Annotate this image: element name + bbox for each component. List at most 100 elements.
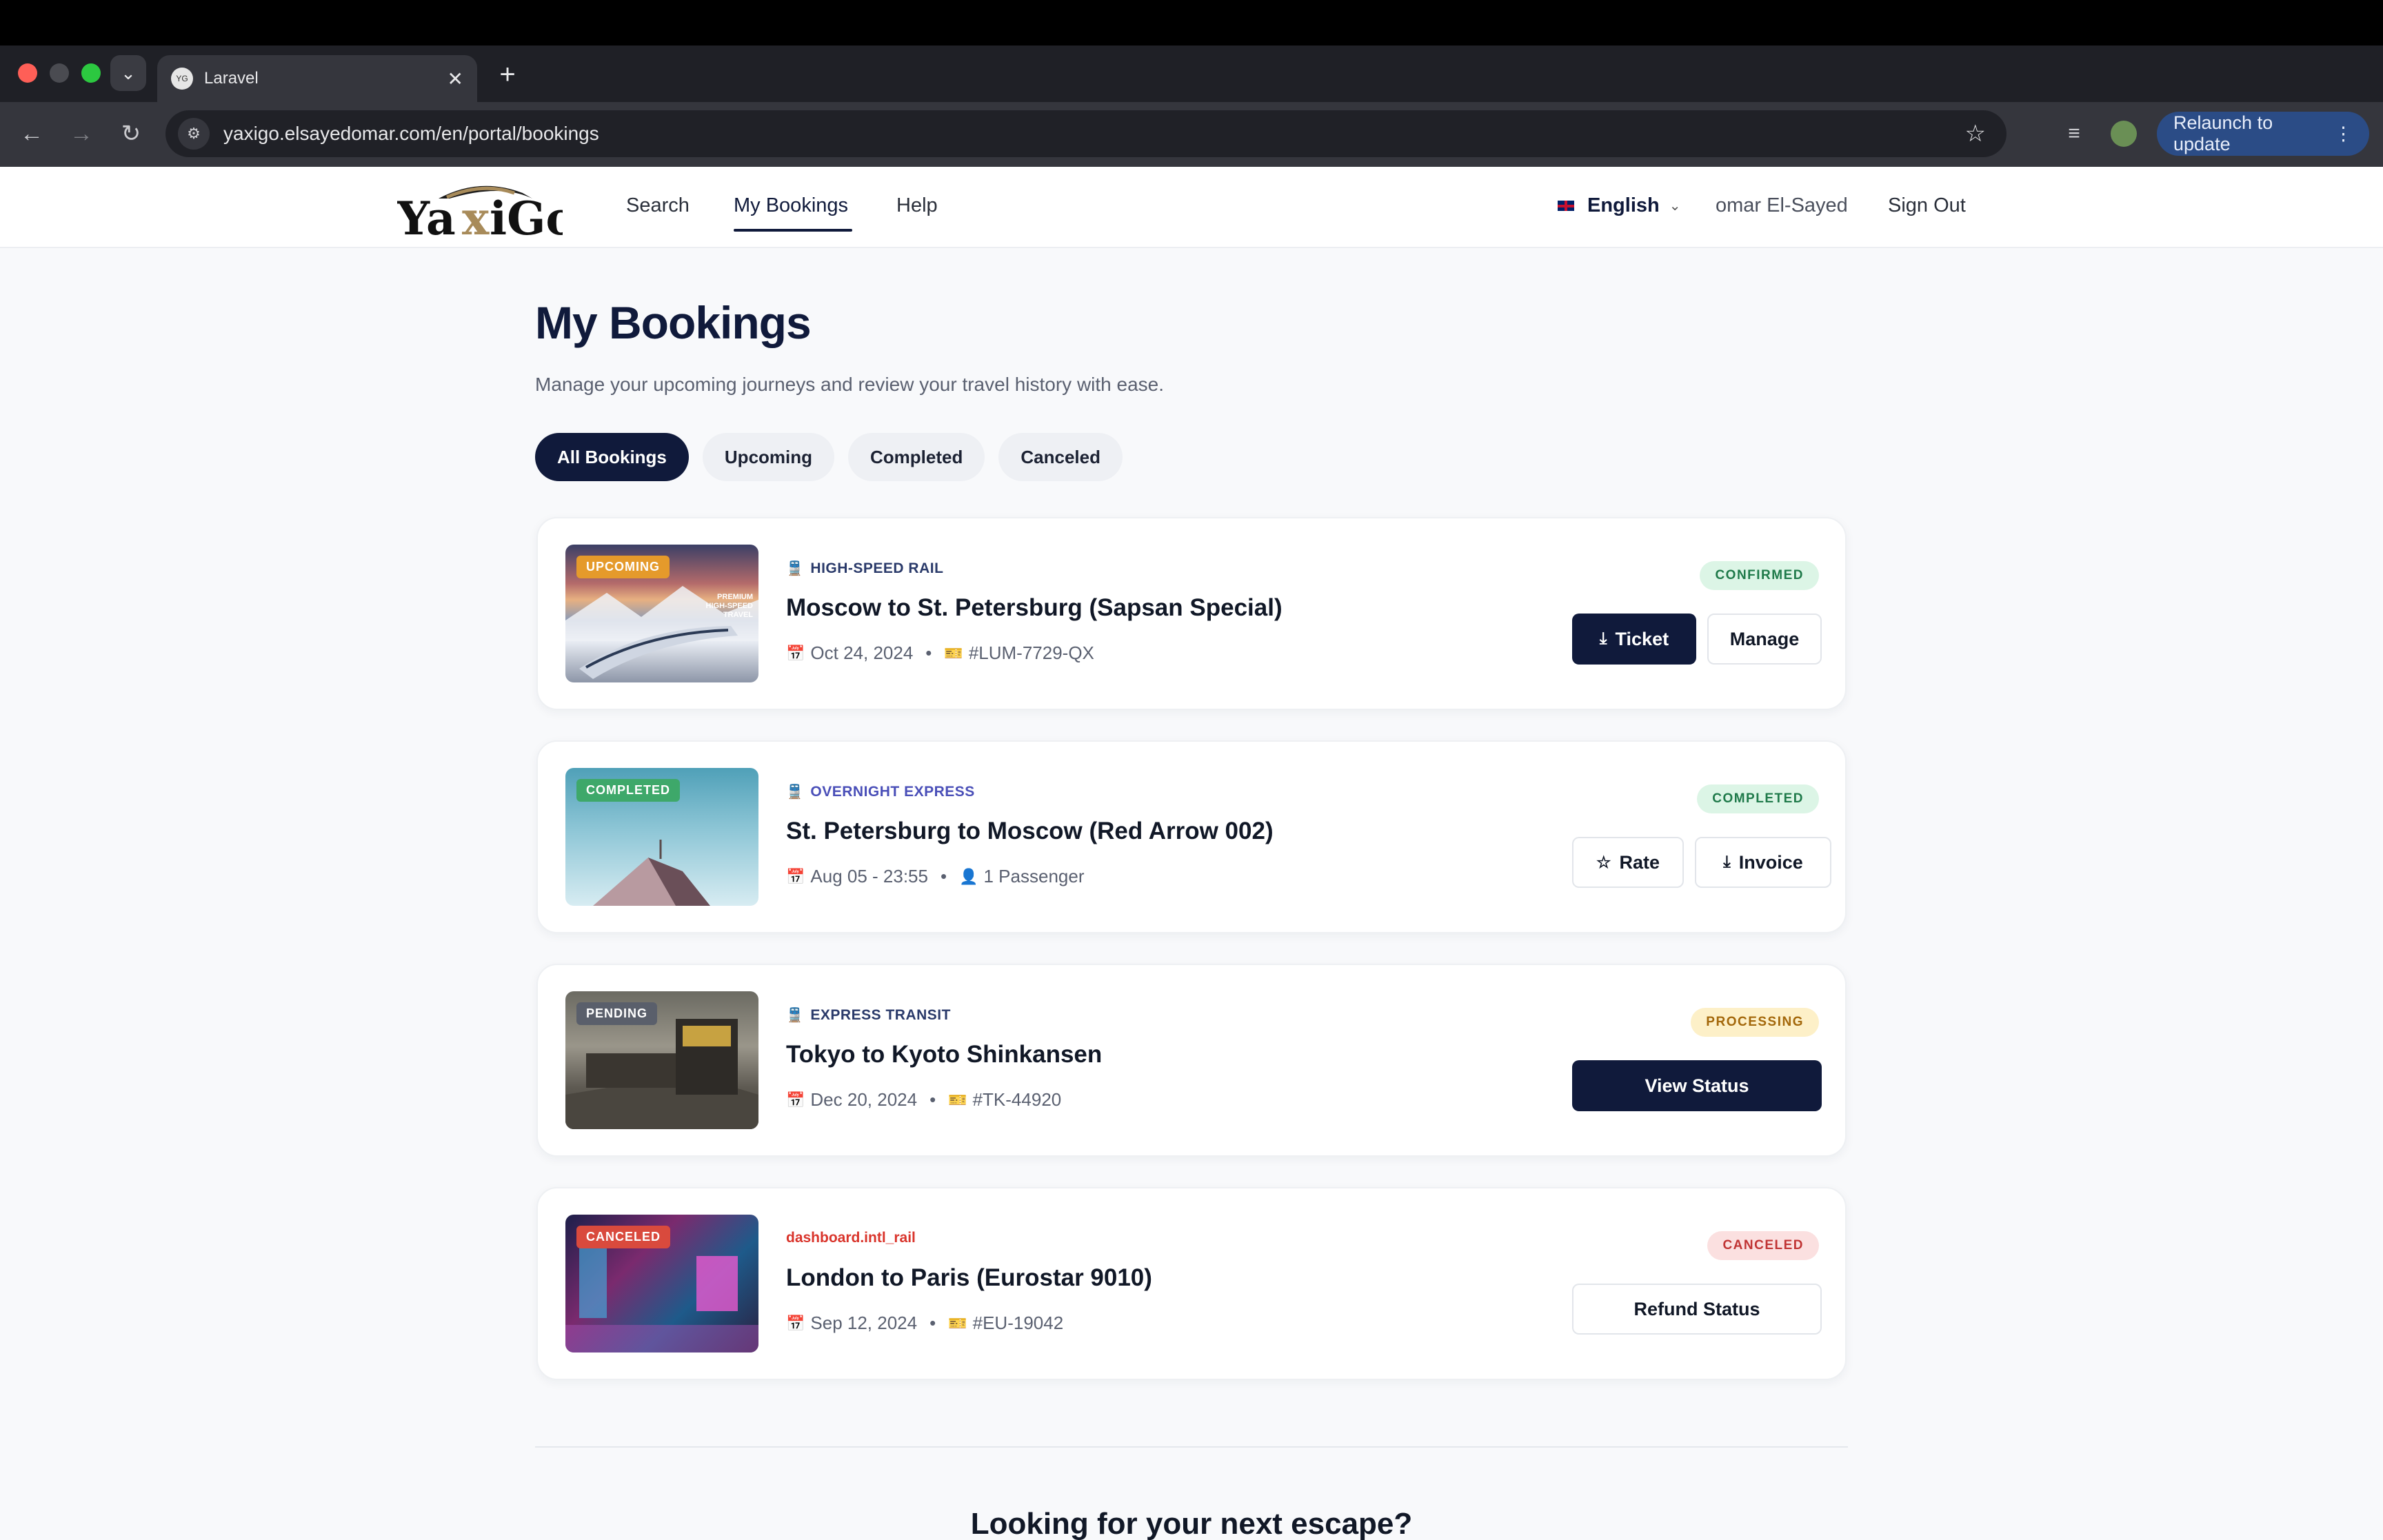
booking-category: dashboard.intl_rail [786, 1230, 916, 1246]
passenger-icon: 👤 [959, 867, 978, 885]
tab-title: Laravel [204, 69, 259, 88]
booking-thumbnail: CANCELED [565, 1215, 758, 1352]
refund-status-button[interactable]: Refund Status [1572, 1284, 1822, 1335]
yaxigo-logo[interactable]: Ya x iGo [397, 178, 563, 241]
svg-text:x: x [462, 192, 490, 241]
rate-button-label: Rate [1619, 851, 1660, 873]
rate-button[interactable]: ☆ Rate [1572, 837, 1684, 888]
tab-favicon-icon: YG [171, 68, 193, 90]
thumbnail-status-badge: PENDING [576, 1002, 658, 1025]
booking-category-label: OVERNIGHT EXPRESS [810, 783, 975, 800]
chevron-down-icon: ⌄ [1669, 199, 1681, 214]
url-text[interactable]: yaxigo.elsayedomar.com/en/portal/booking… [223, 123, 1965, 145]
filter-canceled[interactable]: Canceled [998, 433, 1123, 481]
tab-search-icon[interactable]: ⌄ [110, 55, 146, 91]
booking-route: Moscow to St. Petersburg (Sapsan Special… [786, 594, 1283, 621]
booking-card: PENDING 🚆 EXPRESS TRANSIT Tokyo to Kyoto… [536, 964, 1847, 1157]
back-arrow-icon[interactable]: ← [15, 117, 48, 150]
nav-my-bookings[interactable]: My Bookings [734, 194, 848, 217]
language-selector[interactable]: English ⌄ [1557, 194, 1681, 217]
invoice-button-label: Invoice [1738, 851, 1803, 873]
svg-text:Ya: Ya [397, 192, 456, 241]
relaunch-button[interactable]: Relaunch to update ⋮ [2157, 112, 2369, 156]
sign-out-link[interactable]: Sign Out [1888, 194, 1966, 217]
page-subtitle: Manage your upcoming journeys and review… [535, 374, 1165, 395]
view-status-button[interactable]: View Status [1572, 1060, 1822, 1111]
calendar-icon: 📅 [786, 1091, 805, 1108]
train-icon: 🚆 [786, 561, 804, 576]
booking-meta: 📅 Sep 12, 2024 • 🎫 #EU-19042 [786, 1313, 1063, 1334]
thumbnail-status-badge: CANCELED [576, 1226, 671, 1248]
tab-close-icon[interactable]: ✕ [448, 68, 463, 90]
filter-completed[interactable]: Completed [848, 433, 985, 481]
train-icon: 🚆 [786, 1008, 804, 1023]
booking-category: 🚆 EXPRESS TRANSIT [786, 1006, 951, 1024]
manage-button[interactable]: Manage [1707, 614, 1822, 665]
section-divider [535, 1446, 1848, 1448]
meta-separator: • [929, 1313, 936, 1333]
svg-text:iGo: iGo [490, 192, 563, 241]
address-bar[interactable]: ⚙ yaxigo.elsayedomar.com/en/portal/booki… [165, 110, 2007, 157]
status-badge: CANCELED [1707, 1231, 1819, 1260]
calendar-icon: 📅 [786, 644, 805, 662]
booking-meta: 📅 Aug 05 - 23:55 • 👤 1 Passenger [786, 866, 1084, 887]
status-badge: CONFIRMED [1700, 561, 1819, 590]
train-icon: 🚆 [786, 784, 804, 800]
ticket-button[interactable]: ⤓ Ticket [1572, 614, 1696, 665]
window-close-button[interactable] [18, 63, 37, 83]
booking-date: Aug 05 - 23:55 [810, 866, 928, 886]
ticket-icon: 🎫 [944, 644, 963, 662]
booking-category-label: dashboard.intl_rail [786, 1230, 916, 1246]
invoice-button[interactable]: ⤓ Invoice [1695, 837, 1831, 888]
booking-thumbnail: COMPLETED [565, 768, 758, 906]
window-top-bar [0, 0, 2383, 45]
user-name[interactable]: omar El-Sayed [1716, 194, 1848, 217]
status-badge: PROCESSING [1691, 1008, 1819, 1037]
booking-thumbnail: PENDING [565, 991, 758, 1129]
filter-upcoming[interactable]: Upcoming [702, 433, 835, 481]
next-escape-heading: Looking for your next escape? [970, 1507, 1413, 1540]
booking-card: CANCELED dashboard.intl_rail London to P… [536, 1187, 1847, 1380]
window-minimize-button[interactable] [50, 63, 69, 83]
meta-separator: • [929, 1089, 936, 1110]
passenger-count: 1 Passenger [983, 866, 1085, 886]
booking-meta: 📅 Dec 20, 2024 • 🎫 #TK-44920 [786, 1089, 1061, 1111]
thumbnail-status-badge: UPCOMING [576, 556, 670, 578]
calendar-icon: 📅 [786, 867, 805, 885]
site-settings-icon[interactable]: ⚙ [178, 118, 210, 150]
more-menu-icon[interactable]: ⋮ [2334, 123, 2353, 145]
relaunch-label: Relaunch to update [2173, 112, 2273, 154]
filter-all-bookings[interactable]: All Bookings [535, 433, 689, 481]
uk-flag-icon [1557, 200, 1575, 212]
booking-reference: #LUM-7729-QX [968, 642, 1094, 663]
nav-search[interactable]: Search [626, 194, 690, 217]
window-maximize-button[interactable] [81, 63, 101, 83]
booking-card: COMPLETED 🚆 OVERNIGHT EXPRESS St. Peters… [536, 740, 1847, 933]
reload-icon[interactable]: ↻ [114, 117, 148, 150]
browser-tab[interactable]: YG Laravel ✕ [157, 55, 477, 102]
star-icon: ☆ [1596, 853, 1611, 872]
nav-help[interactable]: Help [896, 194, 938, 217]
booking-date: Sep 12, 2024 [810, 1313, 918, 1333]
booking-category-label: HIGH-SPEED RAIL [810, 560, 944, 576]
site-header [0, 167, 2383, 248]
booking-date: Dec 20, 2024 [810, 1089, 918, 1110]
new-tab-button[interactable]: + [491, 58, 524, 91]
thumbnail-status-badge: COMPLETED [576, 779, 681, 802]
forward-arrow-icon[interactable]: → [65, 117, 98, 150]
language-label: English [1587, 194, 1660, 216]
booking-route: Tokyo to Kyoto Shinkansen [786, 1041, 1103, 1068]
booking-card: UPCOMING PREMIUM HIGH-SPEED TRAVEL 🚆 HIG… [536, 517, 1847, 710]
booking-route: London to Paris (Eurostar 9010) [786, 1264, 1152, 1291]
media-control-icon[interactable]: ≡ [2058, 117, 2091, 150]
ticket-icon: 🎫 [948, 1091, 967, 1108]
meta-separator: • [925, 642, 932, 663]
booking-thumbnail: UPCOMING PREMIUM HIGH-SPEED TRAVEL [565, 545, 758, 682]
bookmark-star-icon[interactable]: ☆ [1965, 120, 1986, 148]
booking-reference: #TK-44920 [972, 1089, 1062, 1110]
booking-category-label: EXPRESS TRANSIT [810, 1006, 951, 1023]
booking-date: Oct 24, 2024 [810, 642, 914, 663]
profile-avatar[interactable] [2107, 117, 2140, 150]
booking-route: St. Petersburg to Moscow (Red Arrow 002) [786, 818, 1274, 844]
nav-active-indicator [734, 229, 852, 232]
